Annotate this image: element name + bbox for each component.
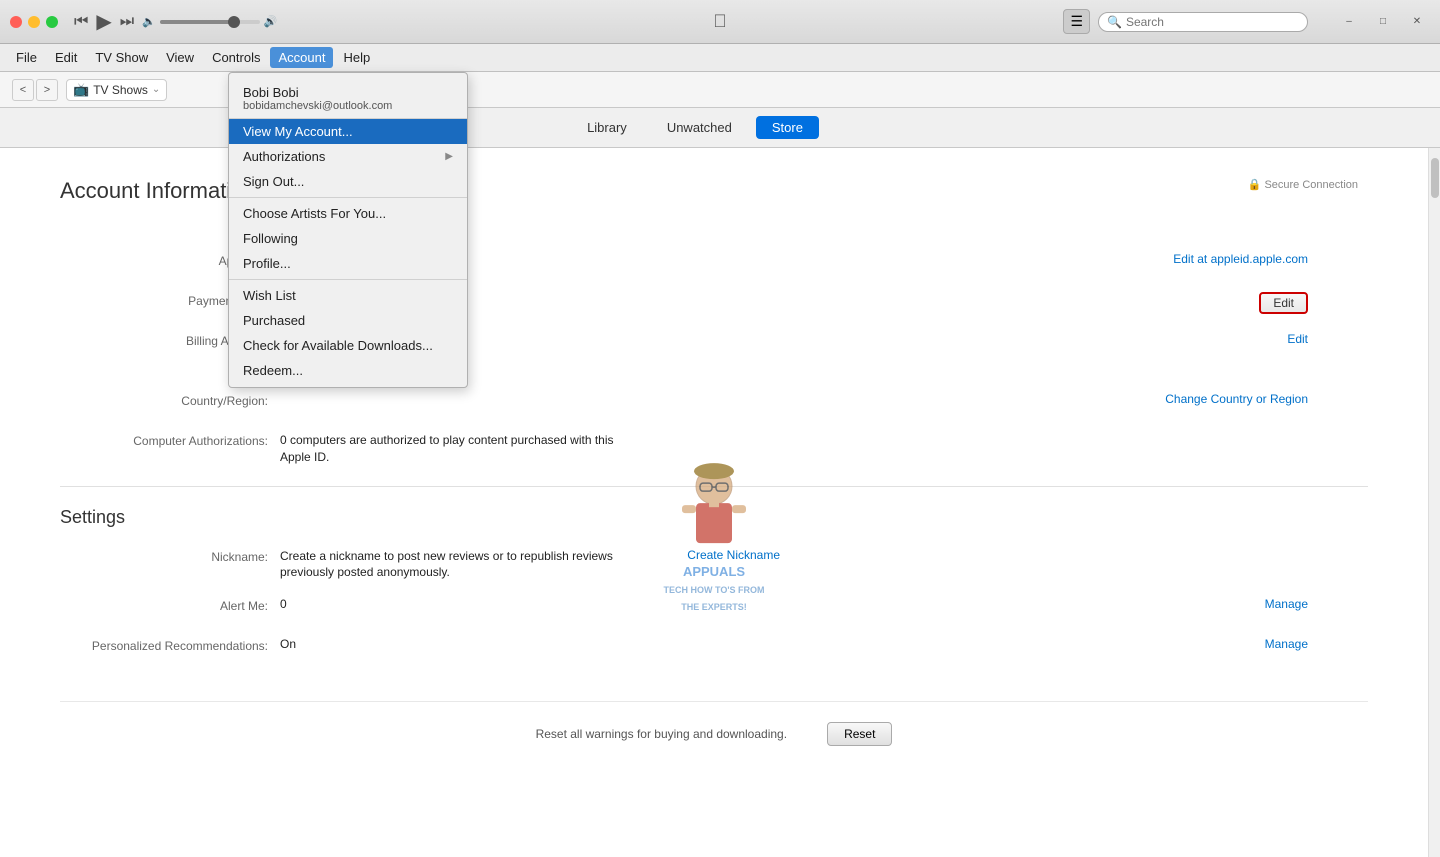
dropdown-username: Bobi Bobi [243,85,453,100]
close-window-button[interactable] [10,16,22,28]
section-heading: Account Information [60,178,256,204]
tab-bar: Library Unwatched Store [0,108,1440,148]
secure-connection: 🔒 Secure Connection [1248,178,1358,191]
nav-bar: < > 📺 TV Shows ⌄ [0,72,1440,108]
dropdown-item-purchased[interactable]: Purchased [229,308,467,333]
volume-thumb[interactable] [228,16,240,28]
volume-slider[interactable]: 🔈 🔊 [142,15,277,28]
back-button[interactable]: < [12,79,34,101]
volume-high-icon: 🔊 [264,15,278,28]
payment-edit-action: Edit [1168,292,1368,314]
personalized-value: On [280,637,1168,651]
scrollbar[interactable] [1428,148,1440,857]
menu-edit[interactable]: Edit [47,47,85,68]
alert-me-value: 0 [280,597,1168,611]
breadcrumb-label: TV Shows [93,83,148,97]
reset-section: Reset all warnings for buying and downlo… [60,701,1368,746]
menu-view[interactable]: View [158,47,202,68]
authorizations-arrow: ▶ [445,151,453,162]
edit-payment-button[interactable]: Edit [1259,292,1308,314]
computer-auth-label: Computer Authorizations: [60,432,280,448]
window-controls [10,16,58,28]
dropdown-email: bobidamchevski@outlook.com [243,100,453,112]
title-bar: ⏮ ▶ ⏭ 🔈 🔊  ☰ 🔍 – □ ✕ [0,0,1440,44]
menu-help[interactable]: Help [335,47,378,68]
dropdown-item-profile[interactable]: Profile... [229,251,467,276]
reset-button[interactable]: Reset [827,722,892,746]
search-box[interactable]: 🔍 [1098,12,1308,32]
search-input[interactable] [1126,15,1299,29]
nav-arrows: < > [12,79,58,101]
play-button[interactable]: ▶ [96,9,111,34]
change-country-link[interactable]: Change Country or Region [1165,392,1368,406]
nickname-value: Create a nickname to post new reviews or… [280,548,640,582]
menu-controls[interactable]: Controls [204,47,268,68]
search-icon: 🔍 [1107,15,1122,29]
nickname-label: Nickname: [60,548,280,564]
alert-me-row: Alert Me: 0 Manage [60,597,1368,621]
create-nickname-link[interactable]: Create Nickname [640,548,840,562]
menu-tvshow[interactable]: TV Show [87,47,156,68]
computer-auth-value: 0 computers are authorized to play conte… [280,432,640,466]
account-dropdown-menu: Bobi Bobi bobidamchevski@outlook.com Vie… [228,72,468,388]
dropdown-item-following[interactable]: Following [229,226,467,251]
close-btn[interactable]: ✕ [1404,12,1430,32]
watermark: APPUALSTECH HOW TO'S FROMTHE EXPERTS! [654,461,774,615]
alert-me-label: Alert Me: [60,597,280,613]
maximize-window-button[interactable] [46,16,58,28]
forward-button[interactable]: > [36,79,58,101]
dropdown-item-choose-artists[interactable]: Choose Artists For You... [229,201,467,226]
tab-library[interactable]: Library [571,116,643,139]
billing-edit-action: Edit [1168,332,1368,346]
minimize-btn[interactable]: – [1336,12,1362,32]
fastforward-button[interactable]: ⏭ [120,13,134,31]
menu-file[interactable]: File [8,47,45,68]
volume-icon: 🔈 [142,15,156,28]
dropdown-item-authorizations[interactable]: Authorizations ▶ [229,144,467,169]
dropdown-item-check-downloads[interactable]: Check for Available Downloads... [229,333,467,358]
reset-label: Reset all warnings for buying and downlo… [536,727,788,741]
dropdown-item-redeem[interactable]: Redeem... [229,358,467,383]
edit-at-appleid-link[interactable]: Edit at appleid.apple.com [1168,252,1368,266]
volume-track[interactable] [160,20,260,24]
dropdown-item-signout[interactable]: Sign Out... [229,169,467,194]
tv-icon: 📺 [73,82,89,98]
menu-bar: File Edit TV Show View Controls Account … [0,44,1440,72]
main-content: Account Information 🔒 Secure Connection … [0,148,1440,857]
apple-logo:  [713,11,727,32]
rewind-button[interactable]: ⏮ [74,13,88,31]
tab-store[interactable]: Store [756,116,819,139]
minimize-window-button[interactable] [28,16,40,28]
dropdown-item-wishlist[interactable]: Wish List [229,283,467,308]
dropdown-item-view-account[interactable]: View My Account... [229,119,467,144]
menu-account[interactable]: Account [270,47,333,68]
breadcrumb[interactable]: 📺 TV Shows ⌄ [66,79,167,101]
transport-controls: ⏮ ▶ ⏭ [74,9,134,34]
list-view-button[interactable]: ☰ [1063,9,1090,34]
billing-edit-link[interactable]: Edit [1287,332,1308,346]
tab-unwatched[interactable]: Unwatched [651,116,748,139]
personalized-row: Personalized Recommendations: On Manage [60,637,1368,661]
restore-btn[interactable]: □ [1370,12,1396,32]
country-region-label: Country/Region: [60,392,280,408]
personalized-manage-link[interactable]: Manage [1168,637,1368,651]
dropdown-user-info: Bobi Bobi bobidamchevski@outlook.com [229,77,467,119]
content-area: Account Information 🔒 Secure Connection … [0,148,1428,857]
breadcrumb-dropdown-icon[interactable]: ⌄ [152,84,160,95]
nickname-row: Nickname: Create a nickname to post new … [60,548,1368,582]
personalized-label: Personalized Recommendations: [60,637,280,653]
computer-auth-row: Computer Authorizations: 0 computers are… [60,432,1368,466]
settings-heading: Settings [60,507,1368,528]
country-region-row: Country/Region: Change Country or Region [60,392,1368,416]
lock-icon: 🔒 [1248,178,1262,191]
title-bar-right: ☰ 🔍 – □ ✕ [1063,9,1430,34]
alert-manage-link[interactable]: Manage [1168,597,1368,611]
